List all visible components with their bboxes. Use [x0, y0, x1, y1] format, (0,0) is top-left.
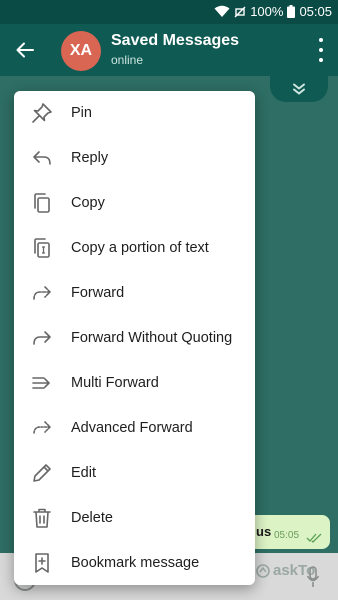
menu-item-label: Forward: [71, 285, 125, 301]
menu-item-label: Pin: [71, 105, 92, 121]
more-options-button[interactable]: [316, 38, 326, 62]
menu-item-label: Copy: [71, 195, 105, 211]
menu-item-label: Bookmark message: [71, 555, 200, 571]
menu-item-label: Reply: [71, 150, 109, 166]
double-chevron-down-icon: [293, 83, 305, 95]
menu-item-forward[interactable]: Forward: [14, 271, 255, 316]
menu-item-label: Edit: [71, 465, 96, 481]
status-right: 100% 05:05: [214, 4, 332, 19]
status-bar: 100% 05:05: [0, 0, 338, 24]
chat-subtitle: online: [111, 53, 144, 67]
reply-icon: [30, 146, 54, 170]
message-context-menu: Pin Reply Copy Copy a portion of text Fo…: [14, 91, 255, 585]
app-bar: XA Saved Messages online: [0, 24, 338, 76]
avatar[interactable]: XA: [61, 31, 101, 71]
chat-title[interactable]: Saved Messages: [111, 32, 239, 50]
forward-no-quote-icon: [30, 326, 54, 350]
menu-item-label: Advanced Forward: [71, 420, 193, 436]
menu-item-reply[interactable]: Reply: [14, 136, 255, 181]
copy-portion-icon: [30, 236, 54, 260]
menu-item-advanced-forward[interactable]: Advanced Forward: [14, 406, 255, 451]
battery-icon: [287, 5, 296, 18]
menu-item-label: Delete: [71, 510, 113, 526]
menu-item-multi-forward[interactable]: Multi Forward: [14, 361, 255, 406]
mic-button[interactable]: [306, 565, 320, 589]
message-text: us: [256, 524, 272, 539]
mic-icon: [306, 566, 320, 587]
menu-item-bookmark[interactable]: Bookmark message: [14, 541, 255, 586]
menu-item-forward-without-quoting[interactable]: Forward Without Quoting: [14, 316, 255, 361]
collapse-pinned-button[interactable]: [270, 76, 328, 102]
bookmark-add-icon: [30, 551, 54, 575]
menu-item-label: Copy a portion of text: [71, 240, 209, 256]
menu-item-pin[interactable]: Pin: [14, 91, 255, 136]
message-time: 05:05: [274, 530, 300, 541]
menu-item-label: Forward Without Quoting: [71, 330, 233, 346]
menu-item-edit[interactable]: Edit: [14, 451, 255, 496]
pencil-icon: [30, 461, 54, 485]
copy-icon: [30, 191, 54, 215]
menu-item-copy-portion[interactable]: Copy a portion of text: [14, 226, 255, 271]
pin-icon: [30, 101, 54, 125]
mute-icon: [234, 6, 246, 18]
double-check-icon: [306, 530, 322, 548]
forward-icon: [30, 281, 54, 305]
battery-percentage: 100%: [250, 4, 284, 19]
trash-icon: [30, 506, 54, 530]
back-button[interactable]: [10, 36, 40, 64]
wifi-icon: [214, 5, 230, 18]
advanced-forward-icon: [30, 416, 54, 440]
menu-item-copy[interactable]: Copy: [14, 181, 255, 226]
clock: 05:05: [299, 4, 332, 19]
menu-item-delete[interactable]: Delete: [14, 496, 255, 541]
arrow-left-icon: [16, 42, 34, 58]
more-vertical-icon: [319, 38, 323, 42]
multi-forward-icon: [30, 371, 54, 395]
menu-item-label: Multi Forward: [71, 375, 159, 391]
watermark-logo-icon: [256, 563, 270, 578]
